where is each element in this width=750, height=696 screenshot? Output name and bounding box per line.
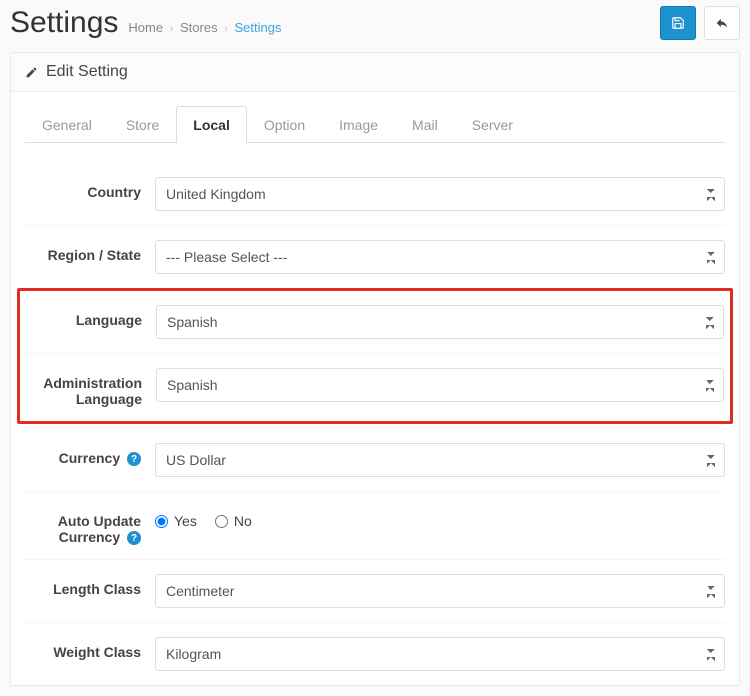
tab-option[interactable]: Option	[247, 106, 322, 143]
select-admin-language[interactable]: Spanish	[156, 368, 724, 402]
label-language: Language	[26, 305, 156, 328]
tab-general[interactable]: General	[25, 106, 109, 143]
field-region-state: --- Please Select ---	[155, 240, 725, 274]
language-highlight: Language Spanish Administration Language…	[17, 288, 733, 424]
row-language: Language Spanish	[26, 291, 724, 353]
label-weight-class: Weight Class	[25, 637, 155, 660]
help-icon[interactable]: ?	[127, 531, 141, 545]
select-region-state[interactable]: --- Please Select ---	[155, 240, 725, 274]
select-country[interactable]: United Kingdom	[155, 177, 725, 211]
breadcrumb-separator: ›	[170, 23, 174, 35]
radio-no[interactable]	[215, 515, 228, 528]
tab-mail[interactable]: Mail	[395, 106, 455, 143]
tab-local[interactable]: Local	[176, 106, 247, 143]
radio-option-no[interactable]: No	[215, 513, 252, 529]
row-region-state: Region / State --- Please Select ---	[25, 225, 725, 288]
tab-store[interactable]: Store	[109, 106, 176, 143]
breadcrumb-separator: ›	[224, 23, 228, 35]
field-length-class: Centimeter	[155, 574, 725, 608]
field-currency: US Dollar	[155, 443, 725, 477]
panel-heading: Edit Setting	[11, 53, 739, 92]
edit-setting-panel: Edit Setting General Store Local Option …	[10, 52, 740, 686]
select-currency[interactable]: US Dollar	[155, 443, 725, 477]
back-button[interactable]	[704, 6, 740, 40]
row-admin-language: Administration Language Spanish	[26, 353, 724, 421]
row-weight-class: Weight Class Kilogram	[25, 622, 725, 685]
radio-yes[interactable]	[155, 515, 168, 528]
page-header-left: Settings Home › Stores › Settings	[10, 6, 282, 40]
settings-tabs: General Store Local Option Image Mail Se…	[25, 106, 725, 143]
panel-title: Edit Setting	[46, 63, 128, 81]
label-length-class: Length Class	[25, 574, 155, 597]
page-header: Settings Home › Stores › Settings	[0, 0, 750, 52]
pencil-icon	[25, 66, 38, 79]
label-country: Country	[25, 177, 155, 200]
select-weight-class[interactable]: Kilogram	[155, 637, 725, 671]
panel-body: General Store Local Option Image Mail Se…	[11, 92, 739, 685]
field-country: United Kingdom	[155, 177, 725, 211]
help-icon[interactable]: ?	[127, 452, 141, 466]
label-admin-language: Administration Language	[26, 368, 156, 407]
field-auto-update-currency: Yes No	[155, 506, 725, 529]
field-admin-language: Spanish	[156, 368, 724, 402]
breadcrumb-item-home[interactable]: Home	[128, 20, 163, 35]
radio-group-auto-update: Yes No	[155, 506, 725, 529]
row-currency: Currency ? US Dollar	[25, 428, 725, 491]
label-currency: Currency ?	[25, 443, 155, 466]
save-button[interactable]	[660, 6, 696, 40]
tab-server[interactable]: Server	[455, 106, 530, 143]
select-language[interactable]: Spanish	[156, 305, 724, 339]
row-auto-update-currency: Auto Update Currency ? Yes No	[25, 491, 725, 559]
field-language: Spanish	[156, 305, 724, 339]
label-region-state: Region / State	[25, 240, 155, 263]
radio-option-yes[interactable]: Yes	[155, 513, 197, 529]
page-title: Settings	[10, 6, 118, 40]
row-country: Country United Kingdom	[25, 163, 725, 225]
header-actions	[660, 6, 740, 40]
breadcrumb: Home › Stores › Settings	[128, 20, 281, 35]
tab-image[interactable]: Image	[322, 106, 395, 143]
select-length-class[interactable]: Centimeter	[155, 574, 725, 608]
label-auto-update-currency: Auto Update Currency ?	[25, 506, 155, 545]
save-icon	[671, 16, 685, 30]
field-weight-class: Kilogram	[155, 637, 725, 671]
reply-icon	[715, 16, 729, 30]
row-length-class: Length Class Centimeter	[25, 559, 725, 622]
breadcrumb-item-settings[interactable]: Settings	[235, 20, 282, 35]
breadcrumb-item-stores[interactable]: Stores	[180, 20, 218, 35]
